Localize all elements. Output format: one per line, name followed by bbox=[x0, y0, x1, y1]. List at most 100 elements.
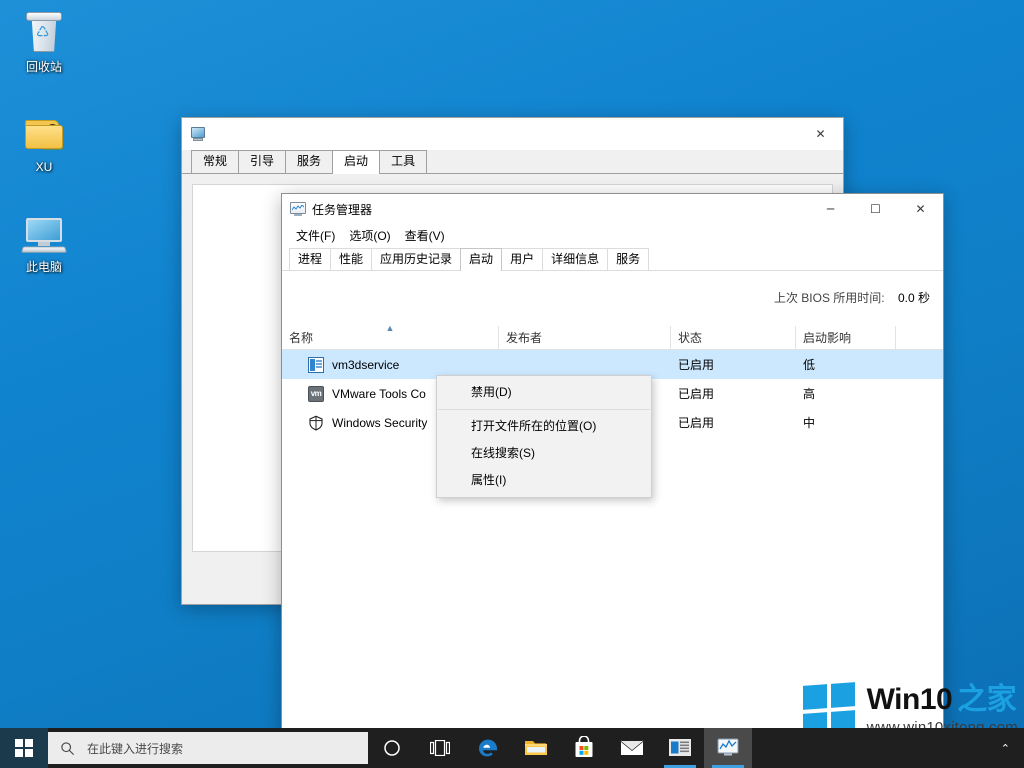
tab-app-history[interactable]: 应用历史记录 bbox=[371, 248, 461, 270]
recycle-bin-icon: ♺ bbox=[20, 8, 68, 56]
msconfig-tab-startup[interactable]: 启动 bbox=[332, 150, 380, 174]
task-manager-titlebar[interactable]: 任务管理器 ─ ☐ ✕ bbox=[282, 194, 943, 224]
sort-ascending-icon: ▲ bbox=[282, 324, 498, 333]
column-header-label: 状态 bbox=[678, 331, 702, 345]
column-header-name[interactable]: ▲ 名称 bbox=[282, 326, 499, 349]
store-bag-icon bbox=[573, 736, 595, 760]
windows-start-icon bbox=[15, 739, 33, 757]
context-menu-item-disable[interactable]: 禁用(D) bbox=[437, 379, 651, 406]
this-pc-icon bbox=[20, 208, 68, 256]
news-icon bbox=[668, 738, 692, 758]
watermark-brand-cn: 之家 bbox=[957, 683, 1016, 716]
msconfig-caption-buttons[interactable]: ✕ bbox=[798, 119, 843, 149]
system-tray[interactable]: ⌃ bbox=[991, 728, 1024, 768]
watermark-brand-main: Win10 bbox=[867, 683, 953, 716]
taskbar[interactable]: 在此键入进行搜索 bbox=[0, 728, 1024, 768]
desktop-icon-this-pc[interactable]: 此电脑 bbox=[4, 208, 84, 275]
msconfig-tab-services[interactable]: 服务 bbox=[285, 150, 333, 173]
windows-security-shield-icon bbox=[308, 415, 324, 431]
msconfig-icon bbox=[190, 126, 206, 142]
folder-icon bbox=[524, 738, 548, 758]
column-header-publisher[interactable]: 发布者 bbox=[499, 326, 671, 349]
task-manager-title: 任务管理器 bbox=[312, 201, 372, 218]
user-folder-icon bbox=[20, 108, 68, 156]
maximize-button[interactable]: ☐ bbox=[853, 194, 898, 224]
msconfig-tab-boot[interactable]: 引导 bbox=[238, 150, 286, 173]
tab-services[interactable]: 服务 bbox=[607, 248, 649, 270]
column-header-label: 发布者 bbox=[506, 331, 542, 345]
desktop-icon-label: 此电脑 bbox=[4, 260, 84, 275]
context-menu-item-search-online[interactable]: 在线搜索(S) bbox=[437, 440, 651, 467]
row-name-cell: vm3dservice bbox=[282, 357, 499, 373]
row-name-label: vm3dservice bbox=[332, 358, 399, 372]
start-button[interactable] bbox=[0, 728, 48, 768]
context-menu-item-properties[interactable]: 属性(I) bbox=[437, 467, 651, 494]
context-menu-separator bbox=[438, 409, 650, 410]
bios-time-label: 上次 BIOS 所用时间: bbox=[774, 291, 885, 305]
row-status-cell: 已启用 bbox=[671, 385, 796, 402]
desktop-icon-user-folder[interactable]: XU bbox=[4, 108, 84, 175]
task-manager-button[interactable] bbox=[704, 728, 752, 768]
tab-details[interactable]: 详细信息 bbox=[542, 248, 608, 270]
context-menu-item-open-file-location[interactable]: 打开文件所在的位置(O) bbox=[437, 413, 651, 440]
tab-processes[interactable]: 进程 bbox=[289, 248, 331, 270]
bios-time-row: 上次 BIOS 所用时间: 0.0 秒 bbox=[774, 289, 930, 306]
edge-icon bbox=[476, 736, 500, 760]
task-manager-icon bbox=[716, 737, 740, 759]
file-explorer-button[interactable] bbox=[512, 728, 560, 768]
vmware-tools-icon: vm bbox=[308, 386, 324, 402]
search-input[interactable]: 在此键入进行搜索 bbox=[48, 732, 368, 764]
msconfig-titlebar[interactable]: ✕ bbox=[182, 118, 843, 150]
tab-performance[interactable]: 性能 bbox=[330, 248, 372, 270]
vm3dservice-icon bbox=[308, 357, 324, 373]
task-manager-caption-buttons[interactable]: ─ ☐ ✕ bbox=[808, 194, 943, 224]
mail-button[interactable] bbox=[608, 728, 656, 768]
minimize-button[interactable]: ─ bbox=[808, 194, 853, 224]
bios-time-value: 0.0 秒 bbox=[898, 291, 930, 305]
startup-column-headers[interactable]: ▲ 名称 发布者 状态 启动影响 bbox=[282, 326, 943, 350]
task-view-button[interactable] bbox=[416, 728, 464, 768]
row-impact-cell: 高 bbox=[796, 385, 896, 402]
edge-button[interactable] bbox=[464, 728, 512, 768]
column-header-label: 名称 bbox=[289, 331, 313, 345]
msconfig-tab-tools[interactable]: 工具 bbox=[379, 150, 427, 173]
row-name-label: VMware Tools Co bbox=[332, 387, 426, 401]
column-header-startup-impact[interactable]: 启动影响 bbox=[796, 326, 896, 349]
row-status-cell: 已启用 bbox=[671, 414, 796, 431]
column-header-status[interactable]: 状态 bbox=[671, 326, 796, 349]
column-header-filler bbox=[896, 326, 943, 349]
tab-users[interactable]: 用户 bbox=[501, 248, 543, 270]
desktop-icon-label: 回收站 bbox=[4, 60, 84, 75]
show-hidden-icons-chevron-icon[interactable]: ⌃ bbox=[991, 742, 1020, 755]
desktop-icon-label: XU bbox=[4, 160, 84, 175]
tab-startup[interactable]: 启动 bbox=[460, 248, 502, 271]
microsoft-store-button[interactable] bbox=[560, 728, 608, 768]
cortana-button[interactable] bbox=[368, 728, 416, 768]
startup-item-context-menu[interactable]: 禁用(D) 打开文件所在的位置(O) 在线搜索(S) 属性(I) bbox=[436, 375, 652, 498]
row-status-cell: 已启用 bbox=[671, 356, 796, 373]
menu-options[interactable]: 选项(O) bbox=[342, 226, 397, 246]
column-header-label: 启动影响 bbox=[803, 331, 851, 345]
chart-wave-icon bbox=[292, 205, 304, 211]
news-button[interactable] bbox=[656, 728, 704, 768]
row-impact-cell: 中 bbox=[796, 414, 896, 431]
task-manager-body: 上次 BIOS 所用时间: 0.0 秒 ▲ 名称 发布者 状态 启动影响 bbox=[282, 275, 943, 738]
search-placeholder: 在此键入进行搜索 bbox=[87, 740, 183, 757]
msconfig-tabstrip[interactable]: 常规 引导 服务 启动 工具 bbox=[182, 150, 843, 174]
row-name-label: Windows Security bbox=[332, 416, 427, 430]
task-view-icon bbox=[430, 740, 450, 756]
envelope-icon bbox=[620, 739, 644, 757]
row-impact-cell: 低 bbox=[796, 356, 896, 373]
menu-file[interactable]: 文件(F) bbox=[289, 226, 342, 246]
watermark-brand: Win10之家 bbox=[867, 685, 1018, 715]
msconfig-tab-general[interactable]: 常规 bbox=[191, 150, 239, 173]
desktop-icon-recycle-bin[interactable]: ♺ 回收站 bbox=[4, 8, 84, 75]
task-manager-tabstrip[interactable]: 进程 性能 应用历史记录 启动 用户 详细信息 服务 bbox=[282, 248, 943, 271]
task-manager-menubar[interactable]: 文件(F) 选项(O) 查看(V) bbox=[282, 224, 943, 248]
close-button[interactable]: ✕ bbox=[898, 194, 943, 224]
task-manager-icon bbox=[290, 201, 306, 217]
circle-icon bbox=[383, 739, 401, 757]
menu-view[interactable]: 查看(V) bbox=[398, 226, 452, 246]
msconfig-close-button[interactable]: ✕ bbox=[798, 119, 843, 149]
search-icon bbox=[60, 741, 75, 756]
